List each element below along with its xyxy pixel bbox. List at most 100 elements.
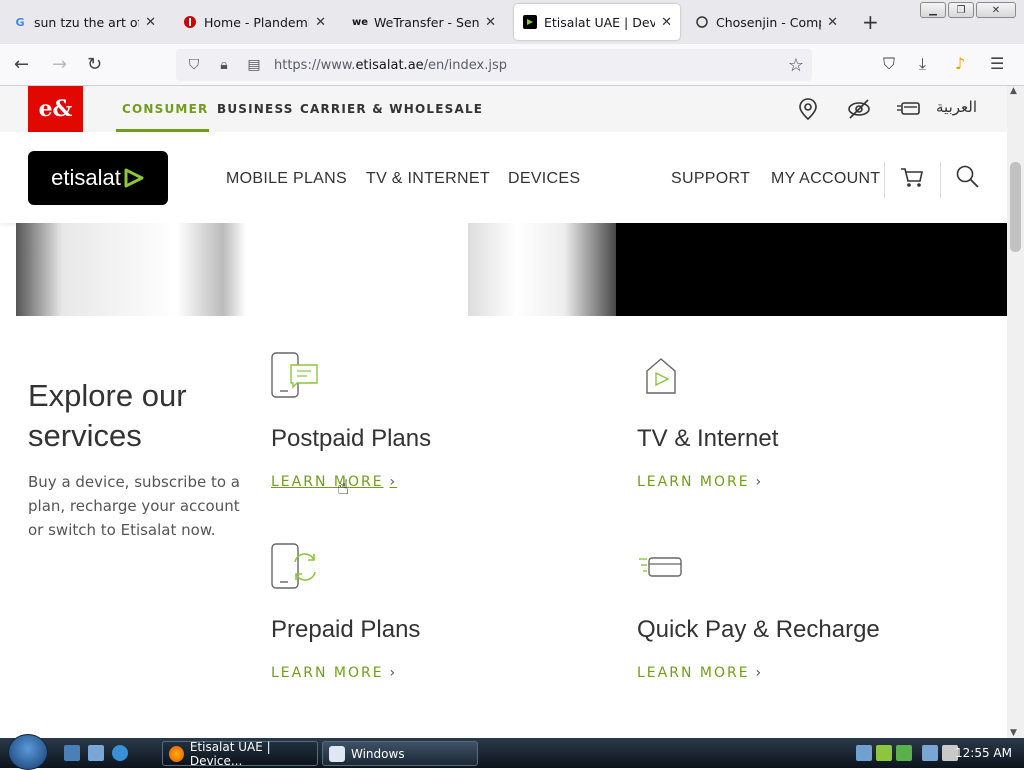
download-icon[interactable]: ⤓	[919, 54, 926, 74]
learn-more-label: LEARN MORE	[637, 474, 750, 490]
windows-taskbar: Etisalat UAE | Device... Windows 12:55 A…	[0, 734, 1024, 770]
close-tab-icon[interactable]: ✕	[827, 15, 838, 30]
window-close-icon[interactable]: ✕	[976, 2, 1016, 18]
minimize-icon[interactable]: ▁	[920, 2, 946, 18]
tray-icon[interactable]	[876, 745, 892, 761]
taskbar-button-windows[interactable]: Windows	[322, 741, 478, 766]
segment-business[interactable]: BUSINESS	[217, 102, 294, 116]
learn-more-prepaid-link[interactable]: LEARN MORE ›	[271, 665, 397, 681]
permissions-icon[interactable]: ▤	[242, 57, 266, 73]
accessibility-eye-icon[interactable]	[846, 97, 872, 126]
service-title-postpaid: Postpaid Plans	[271, 425, 432, 452]
nav-tv-internet[interactable]: TV & INTERNET	[366, 170, 490, 188]
url-text[interactable]: https://www.etisalat.ae/en/index.jsp	[274, 58, 507, 73]
segment-consumer[interactable]: CONSUMER	[122, 102, 208, 116]
main-nav: etisalat MOBILE PLANS TV & INTERNET DEVI…	[0, 132, 1007, 223]
home-play-icon	[637, 351, 687, 401]
explore-heading: Explore our services	[28, 378, 187, 453]
segment-nav: e& CONSUMER BUSINESS CARRIER & WHOLESALE…	[0, 86, 1007, 132]
language-switch-arabic[interactable]: العربية	[936, 98, 977, 116]
service-title-prepaid: Prepaid Plans	[271, 616, 421, 643]
wetransfer-icon: we	[351, 16, 369, 28]
url-prefix: https://www.	[274, 57, 356, 73]
menu-icon[interactable]: ☰	[990, 54, 1004, 73]
card-pay-icon	[637, 542, 687, 592]
logo-text: etisalat	[51, 165, 121, 190]
reload-icon[interactable]: ↻	[87, 54, 102, 75]
browser-tab-bar: G sun tzu the art of war ✕ Home - Plande…	[0, 0, 1024, 44]
forward-arrow-icon[interactable]: →	[52, 54, 67, 75]
taskbar-button-label: Etisalat UAE | Device...	[189, 739, 271, 768]
learn-more-quick-pay-link[interactable]: LEARN MORE ›	[637, 665, 763, 681]
show-desktop-icon[interactable]	[64, 745, 80, 761]
tab-title: WeTransfer - Send La	[374, 14, 480, 30]
close-tab-icon[interactable]: ✕	[315, 15, 326, 30]
chevron-right-icon: ›	[755, 474, 764, 490]
location-pin-icon[interactable]	[797, 97, 819, 126]
nav-mobile-plans[interactable]: MOBILE PLANS	[226, 170, 347, 188]
nav-devices[interactable]: DEVICES	[508, 170, 580, 188]
tab-plandemic[interactable]: Home - Plandemic ✕	[174, 4, 334, 40]
lock-icon[interactable]: 🔒︎	[212, 57, 236, 73]
page-scrollbar[interactable]: ▲ ▼	[1007, 86, 1024, 738]
nav-divider	[940, 162, 941, 198]
taskbar-button-firefox[interactable]: Etisalat UAE | Device...	[162, 739, 318, 768]
close-tab-icon[interactable]: ✕	[661, 15, 672, 30]
internet-explorer-icon[interactable]	[112, 745, 128, 761]
learn-more-label: LEARN MORE	[271, 474, 384, 490]
tab-chosenjin[interactable]: Chosenjin - Compute ✕	[686, 4, 846, 40]
learn-more-postpaid-link[interactable]: LEARN MORE ›	[271, 474, 397, 490]
nav-divider	[884, 162, 885, 198]
chosenjin-icon	[694, 14, 710, 30]
url-host: etisalat.ae	[355, 57, 424, 73]
nav-my-account[interactable]: MY ACCOUNT	[771, 170, 880, 188]
browser-nav-bar: ← → ↻ ⛉ 🔒︎ ▤ https://www.etisalat.ae/en/…	[0, 44, 1024, 86]
logo-play-icon	[124, 168, 144, 188]
service-title-tv-internet: TV & Internet	[637, 425, 779, 452]
learn-more-tv-internet-link[interactable]: LEARN MORE ›	[637, 474, 763, 490]
learn-more-label: LEARN MORE	[637, 665, 750, 681]
restore-icon[interactable]: ❐	[948, 2, 974, 18]
scroll-down-icon[interactable]: ▼	[1010, 728, 1017, 738]
back-arrow-icon[interactable]: ←	[14, 54, 29, 75]
tab-wetransfer[interactable]: we WeTransfer - Send La ✕	[344, 4, 504, 40]
etisalat-logo[interactable]: etisalat	[28, 151, 168, 205]
switch-windows-icon[interactable]	[88, 745, 104, 761]
nav-support[interactable]: SUPPORT	[671, 170, 750, 188]
cart-icon[interactable]	[899, 165, 925, 193]
quick-pay-icon[interactable]	[896, 97, 922, 126]
tab-google[interactable]: G sun tzu the art of war ✕	[4, 4, 164, 40]
tab-title: Home - Plandemic	[204, 14, 310, 30]
tray-icon[interactable]	[856, 745, 872, 761]
tray-icon[interactable]	[896, 745, 912, 761]
pocket-icon[interactable]: ⛉	[883, 54, 895, 74]
start-button[interactable]	[8, 734, 48, 770]
plandemic-icon	[182, 14, 198, 30]
hero-banner-image	[16, 223, 1007, 316]
service-title-quick-pay: Quick Pay & Recharge	[637, 616, 880, 643]
postpaid-phone-icon	[271, 351, 321, 401]
hero-figure-left	[16, 223, 246, 316]
eand-logo[interactable]: e&	[28, 86, 83, 132]
new-tab-button[interactable]: +	[862, 10, 879, 34]
hero-dark-panel	[616, 223, 1007, 316]
extension-icon[interactable]: ♪	[955, 54, 965, 73]
close-tab-icon[interactable]: ✕	[485, 15, 496, 30]
scrollbar-thumb[interactable]	[1010, 162, 1021, 252]
taskbar-button-label: Windows	[351, 746, 405, 761]
tab-title: Etisalat UAE | Devices,	[544, 14, 656, 30]
shield-icon[interactable]: ⛉	[182, 57, 206, 73]
segment-carrier-wholesale[interactable]: CARRIER & WHOLESALE	[300, 102, 483, 116]
bookmark-star-icon[interactable]: ☆	[788, 55, 804, 76]
network-icon[interactable]	[922, 745, 938, 761]
taskbar-clock[interactable]: 12:55 AM	[955, 746, 1012, 760]
firefox-icon	[169, 745, 184, 762]
search-icon[interactable]	[955, 164, 981, 194]
close-tab-icon[interactable]: ✕	[145, 15, 156, 30]
tab-etisalat[interactable]: Etisalat UAE | Devices, ✕	[514, 4, 680, 40]
address-bar[interactable]: ⛉ 🔒︎ ▤ https://www.etisalat.ae/en/index.…	[176, 49, 812, 81]
scroll-up-icon[interactable]: ▲	[1010, 86, 1017, 96]
hand-cursor-icon: ☝	[337, 475, 350, 499]
prepaid-phone-icon	[271, 542, 321, 592]
window-icon	[329, 745, 345, 762]
